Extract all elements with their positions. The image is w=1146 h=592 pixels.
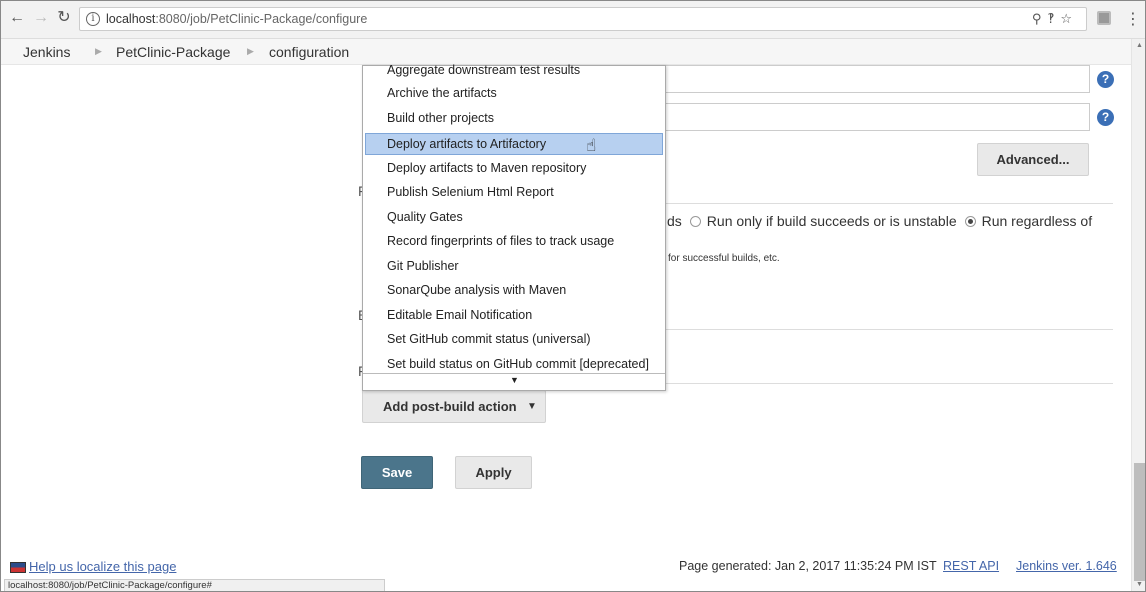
scroll-down-arrow-icon[interactable]: ▼ [1136,581,1143,588]
address-bar[interactable]: i localhost:8080/job/PetClinic-Package/c… [79,7,1087,31]
menu-item[interactable]: SonarQube analysis with Maven [363,279,665,301]
radio-run-only-unstable[interactable] [689,216,701,227]
run-condition-radios: ds Run only if build succeeds or is unsta… [667,213,1092,229]
post-build-action-menu: Aggregate downstream test results Archiv… [362,63,666,391]
rest-api-link[interactable]: REST API [943,559,999,573]
page-generated-text: Page generated: Jan 2, 2017 11:35:24 PM … [679,559,937,573]
menu-item[interactable]: Quality Gates [363,206,665,228]
config-form: ? ? Advanced... F dsRun only if build su… [1,63,1131,591]
apply-button[interactable]: Apply [455,456,532,489]
help-icon[interactable]: ? [1097,109,1114,126]
page-scrollbar[interactable]: ▲ ▼ [1131,39,1145,591]
info-icon[interactable]: i [86,12,100,26]
menu-item[interactable]: Editable Email Notification [363,304,665,326]
menu-scroll-down[interactable]: ▼ [363,373,665,390]
help-icon[interactable]: ? [1097,71,1114,88]
scroll-down-arrow-icon: ▼ [510,375,519,385]
browser-toolbar: ← → ↻ i localhost:8080/job/PetClinic-Pac… [1,1,1145,39]
url-host: localhost [106,12,156,26]
menu-item[interactable]: Record fingerprints of files to track us… [363,230,665,252]
add-post-build-action-button[interactable]: Add post-build action ▼ [362,390,546,423]
text-field[interactable] [662,65,1090,93]
add-post-build-label: Add post-build action [383,399,517,414]
address-bar-icons: ⚲‽☆ [1032,11,1078,27]
menu-item[interactable]: Set build status on GitHub commit [depre… [363,353,665,375]
extension-icon[interactable] [1097,11,1111,25]
save-button[interactable]: Save [361,456,433,489]
back-icon[interactable]: ← [9,9,25,27]
menu-item[interactable]: Git Publisher [363,255,665,277]
breadcrumb-configuration[interactable]: configuration [269,44,349,60]
menu-item[interactable]: Aggregate downstream test results [363,59,665,81]
browser-menu-icon[interactable]: ⋮ [1125,9,1141,29]
bookmark-star-icon[interactable]: ☆ [1060,11,1078,26]
advanced-button[interactable]: Advanced... [977,143,1089,176]
zoom-icon[interactable]: ⚲ [1032,11,1048,26]
caret-down-icon: ▼ [527,401,537,412]
hand-cursor-icon: ☝ [586,136,597,155]
text-field[interactable] [662,103,1090,131]
radio-label: Run regardless of [981,213,1093,229]
language-flag-icon [10,562,26,573]
reload-icon[interactable]: ↻ [56,9,72,27]
forward-icon[interactable]: → [33,9,49,27]
radio-label: ds [667,213,682,229]
radio-run-regardless[interactable] [964,216,976,227]
localize-link[interactable]: Help us localize this page [29,559,176,574]
url-text: localhost:8080/job/PetClinic-Package/con… [106,12,367,26]
menu-item[interactable]: Build other projects [363,107,665,129]
scroll-up-arrow-icon[interactable]: ▲ [1136,42,1143,49]
menu-item-selected[interactable]: Deploy artifacts to Artifactory [365,133,663,155]
menu-item[interactable]: Set GitHub commit status (universal) [363,328,665,350]
browser-window: ← → ↻ i localhost:8080/job/PetClinic-Pac… [0,0,1146,592]
breadcrumb-job[interactable]: PetClinic-Package [116,44,230,60]
menu-item[interactable]: Publish Selenium Html Report [363,181,665,203]
scroll-thumb[interactable] [1134,463,1145,581]
status-bar-url: localhost:8080/job/PetClinic-Package/con… [4,579,385,591]
breadcrumb-separator-icon: ▶ [95,46,102,56]
breadcrumb-jenkins[interactable]: Jenkins [23,44,70,60]
breadcrumb-separator-icon: ▶ [247,46,254,56]
url-path: :8080/job/PetClinic-Package/configure [155,12,368,26]
help-note: for successful builds, etc. [668,253,780,264]
menu-item[interactable]: Deploy artifacts to Maven repository [363,157,665,179]
jenkins-version-link[interactable]: Jenkins ver. 1.646 [1016,559,1117,573]
menu-item[interactable]: Archive the artifacts [363,82,665,104]
key-icon[interactable]: ‽ [1047,11,1060,26]
radio-label: Run only if build succeeds or is unstabl… [706,213,957,229]
